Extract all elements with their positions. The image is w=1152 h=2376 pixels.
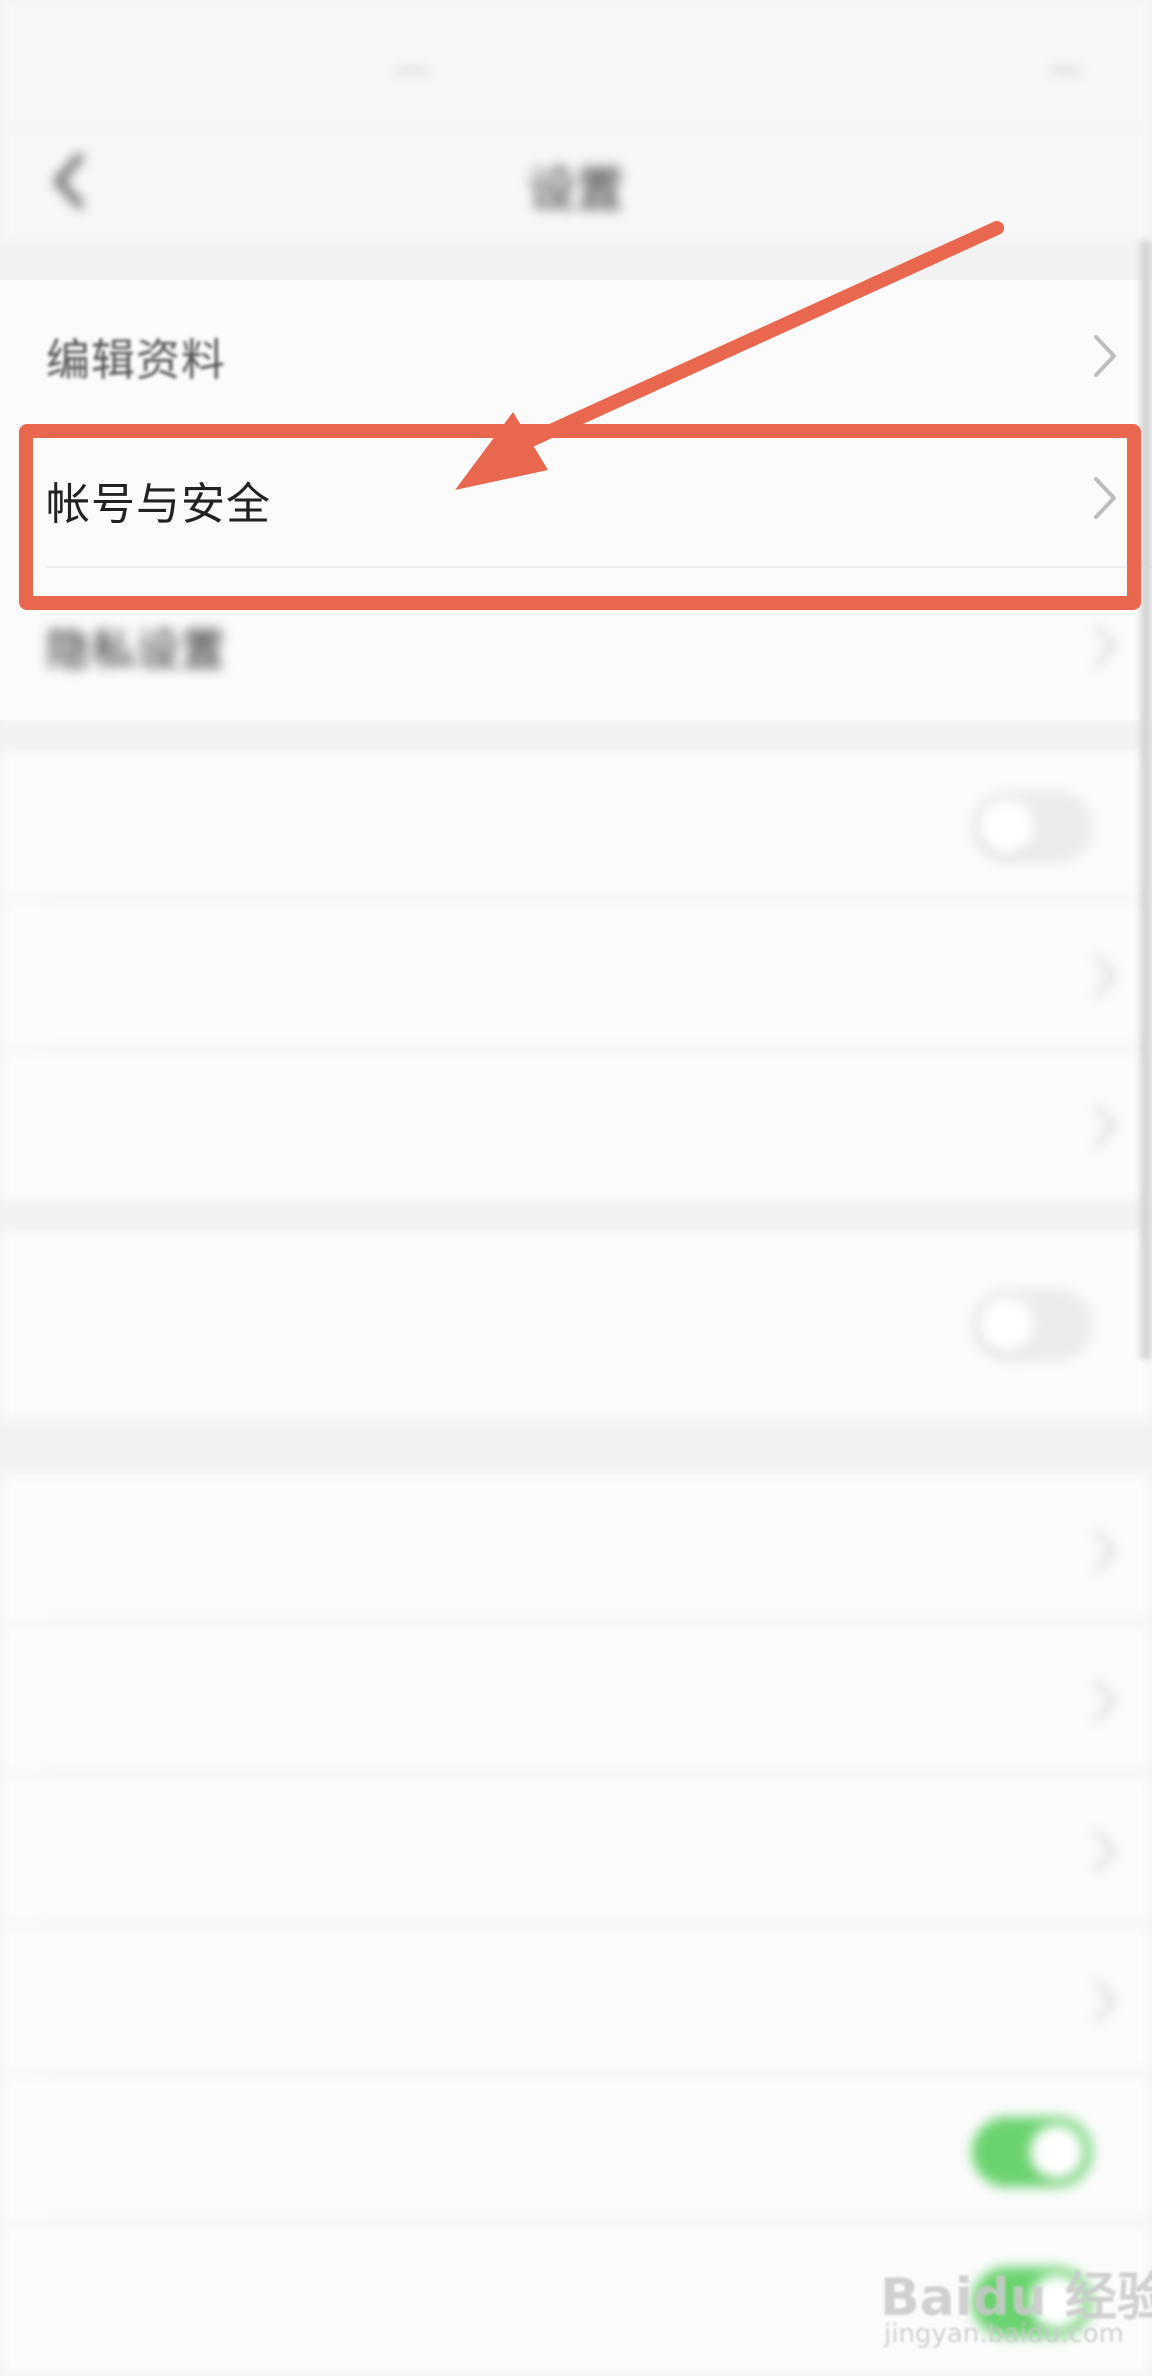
watermark-url: jingyan.baidu.com	[884, 2319, 1124, 2349]
row-label: 隐私设置	[46, 625, 226, 676]
row-setting-toggle[interactable]	[0, 750, 1152, 900]
row-setting-toggle[interactable]	[0, 2075, 1152, 2225]
row-setting[interactable]	[0, 900, 1152, 1050]
status-bar: ... ...	[0, 0, 1152, 130]
settings-page: ... ... 设置 编辑资料 帐号与安全 隐私设置 Baidu 经验 jing…	[0, 0, 1152, 2376]
row-setting-with-subtext[interactable]	[0, 1230, 1152, 1420]
chevron-right-icon	[1080, 470, 1130, 526]
row-setting-value[interactable]	[0, 1475, 1152, 1625]
chevron-right-icon	[1080, 1973, 1130, 2029]
row-setting-value[interactable]	[0, 1050, 1152, 1200]
row-account-security[interactable]: 帐号与安全	[0, 418, 1152, 568]
row-label: 帐号与安全	[46, 479, 271, 530]
chevron-right-icon	[1080, 1523, 1130, 1579]
toggle-switch[interactable]	[972, 2117, 1092, 2187]
toggle-switch[interactable]	[972, 792, 1092, 862]
toggle-switch[interactable]	[972, 1290, 1092, 1360]
chevron-right-icon	[1080, 618, 1130, 674]
page-title: 设置	[527, 162, 624, 218]
row-setting[interactable]	[0, 1625, 1152, 1775]
chevron-right-icon	[1080, 1673, 1130, 1729]
row-setting[interactable]	[0, 1775, 1152, 1925]
row-setting[interactable]	[0, 1925, 1152, 2075]
divider	[46, 566, 1152, 568]
chevron-right-icon	[1080, 328, 1130, 384]
scrollbar[interactable]	[1140, 240, 1152, 1360]
row-label: 编辑资料	[46, 335, 226, 386]
nav-bar: 设置	[0, 130, 1152, 240]
status-right-text: ...	[1049, 42, 1082, 82]
chevron-right-icon	[1080, 1823, 1130, 1879]
chevron-right-icon	[1080, 1098, 1130, 1154]
watermark: Baidu 经验 jingyan.baidu.com	[880, 2255, 1152, 2365]
row-edit-profile[interactable]: 编辑资料	[0, 280, 1152, 430]
row-privacy[interactable]: 隐私设置	[0, 570, 1152, 720]
status-left-text: ...	[395, 42, 431, 82]
chevron-right-icon	[1080, 948, 1130, 1004]
